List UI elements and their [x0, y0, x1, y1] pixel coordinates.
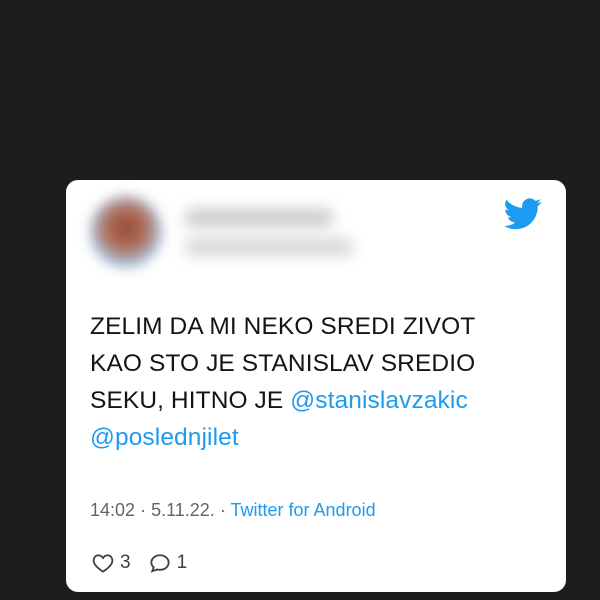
tweet-text-line: SEKU, HITNO JE @stanislavzakic	[90, 382, 550, 419]
avatar-blurred[interactable]	[90, 196, 162, 268]
tweet-text-line: KAO STO JE STANISLAV SREDIO	[90, 350, 476, 377]
tweet-text-line: @poslednjilet	[90, 419, 550, 456]
display-name-blurred[interactable]	[184, 208, 334, 228]
tweet-time[interactable]: 14:02	[90, 500, 135, 520]
tweet-text: ZELIM DA MI NEKO SREDI ZIVOT KAO STO JE …	[90, 308, 550, 456]
mention-link-stanislavzakic[interactable]: @stanislavzakic	[290, 387, 468, 414]
heart-icon	[92, 554, 114, 573]
reply-count: 1	[176, 552, 188, 573]
like-count: 3	[120, 552, 131, 573]
tweet-date[interactable]: 5.11.22.	[151, 500, 215, 520]
like-button[interactable]: 3	[92, 552, 131, 574]
tweet-card: ZELIM DA MI NEKO SREDI ZIVOT KAO STO JE …	[66, 180, 566, 592]
reply-button[interactable]: 1	[149, 552, 188, 574]
tweet-meta: 14:02 · 5.11.22. · Twitter for Android	[90, 500, 376, 521]
tweet-text-line: ZELIM DA MI NEKO SREDI ZIVOT	[90, 313, 476, 340]
mention-link-poslednjilet[interactable]: @poslednjilet	[90, 424, 239, 451]
twitter-bird-icon	[504, 198, 542, 230]
username-blurred[interactable]	[184, 238, 354, 256]
meta-separator: ·	[140, 500, 147, 520]
tweet-actions: 3 1	[92, 552, 205, 574]
comment-icon	[150, 554, 170, 573]
tweet-source-link[interactable]: Twitter for Android	[231, 500, 376, 520]
tweet-text-fragment: SEKU, HITNO JE	[90, 387, 284, 414]
meta-separator: ·	[219, 500, 226, 520]
